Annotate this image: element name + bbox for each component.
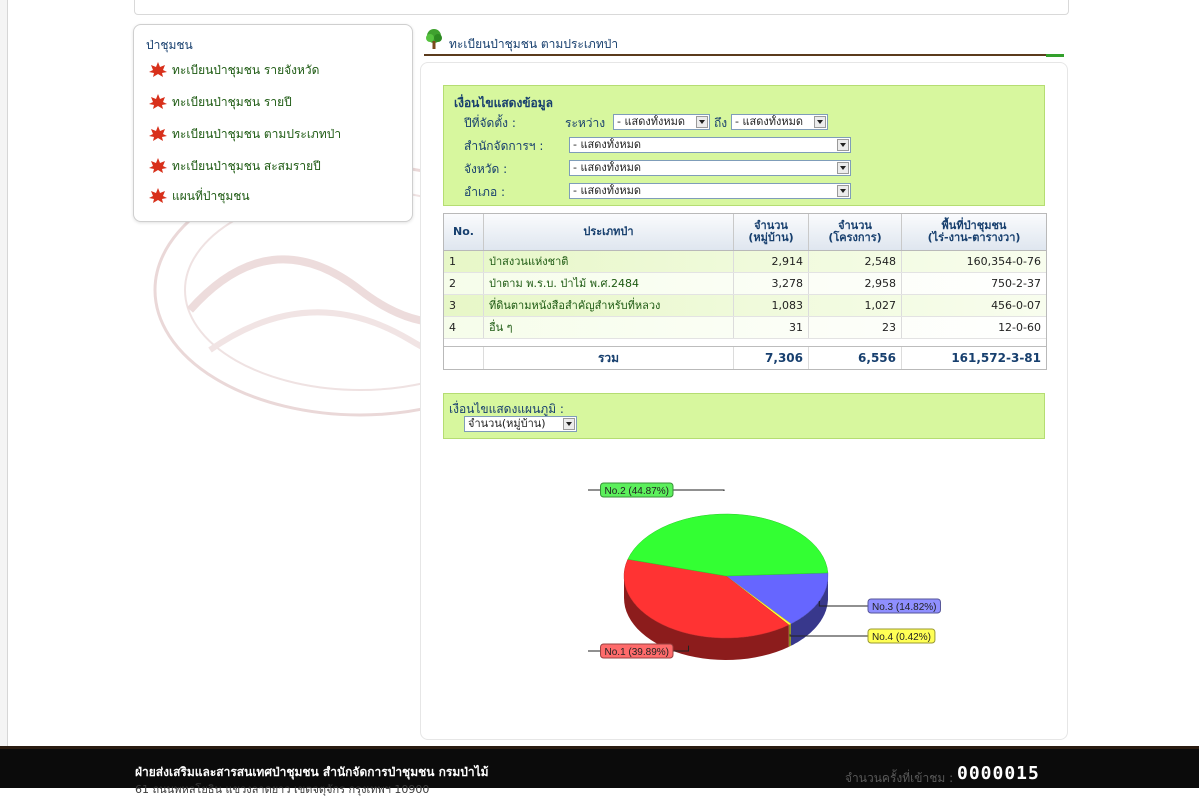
sidebar-item-forest-type-registry[interactable]: ทะเบียนป่าชุมชน ตามประเภทป่า [148,123,341,145]
province-select[interactable]: - แสดงทั้งหมด [569,160,851,176]
sidebar-item-label: ทะเบียนป่าชุมชน รายจังหวัด [172,62,320,77]
sidebar-item-province-registry[interactable]: ทะเบียนป่าชุมชน รายจังหวัด [148,59,319,81]
chart-metric-select[interactable]: จำนวน(หมู่บ้าน) [464,416,577,432]
column-header-type: ประเภทป่า [484,214,734,250]
total-projects: 6,556 [809,347,902,369]
year-from-select[interactable]: - แสดงทั้งหมด [613,114,710,130]
pie-slice-label: No.4 (0.42%) [872,632,931,643]
pie-chart-area: No.3 (14.82%) No.4 (0.42%) No.1 (39.89%) No… [443,440,1043,730]
column-header-area: พื้นที่ป่าชุมชน (ไร่-งาน-ตารางวา) [927,219,1021,244]
visitor-counter-label: จำนวนครั้งที่เข้าชม : [845,771,954,785]
year-label: ปีที่จัดตั้ง : [464,116,516,130]
table-row[interactable]: 3 ที่ดินตามหนังสือสำคัญสำหรับที่หลวง 1,0… [444,295,1046,317]
cell-projects: 2,958 [809,273,902,294]
footer-address: 61 ถนนพหลโยธิน แขวงลาดยาว เขตจตุจักร กรุ… [135,783,430,796]
pie-slice-label: No.1 (39.89%) [605,647,669,658]
cell-no: 2 [444,273,484,294]
maple-leaf-icon [149,126,167,141]
cell-villages: 1,083 [734,295,809,316]
total-area: 161,572-3-81 [951,351,1041,365]
filter-panel: เงื่อนไขแสดงข้อมูล ปีที่จัดตั้ง : ระหว่า… [443,85,1045,206]
cell-projects: 23 [809,317,902,338]
chevron-down-icon [837,185,849,197]
pie-slice-label: No.2 (44.87%) [605,486,669,497]
footer: ฝ่ายส่งเสริมและสารสนเทศป่าชุมชน สำนักจัด… [0,746,1199,796]
filter-heading: เงื่อนไขแสดงข้อมูล [454,96,553,110]
cell-projects: 1,027 [809,295,902,316]
total-label: รวม [484,347,734,369]
maple-leaf-icon [149,94,167,109]
year-to-select[interactable]: - แสดงทั้งหมด [731,114,828,130]
column-header-projects: จำนวน (โครงการ) [809,214,902,250]
maple-leaf-icon [149,62,167,77]
table-row[interactable]: 4 อื่น ๆ 31 23 12-0-60 [444,317,1046,339]
district-select[interactable]: - แสดงทั้งหมด [569,183,851,199]
top-strip [134,0,1069,15]
column-header-no: No. [444,214,484,250]
left-edge [0,0,8,746]
cell-area: 12-0-60 [998,321,1041,334]
cell-projects: 2,548 [809,251,902,272]
province-value: - แสดงทั้งหมด [573,161,642,174]
chevron-down-icon [837,139,849,151]
chevron-down-icon [696,116,708,128]
chart-metric-value: จำนวน(หมู่บ้าน) [468,417,546,430]
page-header: ทะเบียนป่าชุมชน ตามประเภทป่า [424,28,1064,56]
table-total-row: รวม 7,306 6,556 161,572-3-81 [444,346,1046,369]
chevron-down-icon [563,418,575,430]
office-label: สำนักจัดการฯ : [464,139,544,153]
sidebar-item-label: ทะเบียนป่าชุมชน รายปี [172,94,292,109]
cell-no: 3 [444,295,484,316]
office-select[interactable]: - แสดงทั้งหมด [569,137,851,153]
cell-type: ที่ดินตามหนังสือสำคัญสำหรับที่หลวง [484,295,734,316]
table-row[interactable]: 2 ป่าตาม พ.ร.บ. ป่าไม้ พ.ศ.2484 3,278 2,… [444,273,1046,295]
cell-type: อื่น ๆ [484,317,734,338]
sidebar-item-map[interactable]: แผนที่ป่าชุมชน [148,185,250,207]
column-header-villages: จำนวน (หมู่บ้าน) [734,214,809,250]
chevron-down-icon [814,116,826,128]
sidebar-title: ป่าชุมชน [146,38,193,52]
to-label: ถึง [714,116,728,130]
sidebar-item-label: ทะเบียนป่าชุมชน สะสมรายปี [172,158,321,173]
page-title: ทะเบียนป่าชุมชน ตามประเภทป่า [449,37,619,51]
total-villages: 7,306 [734,347,809,369]
chevron-down-icon [837,162,849,174]
sidebar-item-cumulative-registry[interactable]: ทะเบียนป่าชุมชน สะสมรายปี [148,155,321,177]
chart-filter-panel: เงื่อนไขแสดงแผนภูมิ : จำนวน(หมู่บ้าน) [443,393,1045,439]
maple-leaf-icon [149,158,167,173]
sidebar: ป่าชุมชน ทะเบียนป่าชุมชน รายจังหวัด ทะเบ… [133,24,413,222]
between-label: ระหว่าง [565,116,606,130]
table-row[interactable]: 1 ป่าสงวนแห่งชาติ 2,914 2,548 160,354-0-… [444,251,1046,273]
pie-chart: No.3 (14.82%) No.4 (0.42%) No.1 (39.89%) No… [588,482,941,660]
cell-villages: 31 [734,317,809,338]
maple-leaf-icon [149,188,167,203]
district-value: - แสดงทั้งหมด [573,184,642,197]
header-divider-accent [1046,54,1064,57]
cell-area: 456-0-07 [991,299,1041,312]
cell-no: 4 [444,317,484,338]
visitor-counter: 0000015 [957,763,1040,784]
cell-no: 1 [444,251,484,272]
pie-slice-label: No.3 (14.82%) [872,602,936,613]
sidebar-item-label: แผนที่ป่าชุมชน [172,188,250,203]
province-label: จังหวัด : [464,162,508,176]
cell-villages: 2,914 [734,251,809,272]
sidebar-item-yearly-registry[interactable]: ทะเบียนป่าชุมชน รายปี [148,91,292,113]
district-label: อำเภอ : [464,185,506,199]
tree-icon [426,29,442,49]
cell-type: ป่าตาม พ.ร.บ. ป่าไม้ พ.ศ.2484 [484,273,734,294]
cell-type: ป่าสงวนแห่งชาติ [484,251,734,272]
cell-area: 160,354-0-76 [966,255,1041,268]
table-header: No. ประเภทป่า จำนวน (หมู่บ้าน) จำนวน (โค… [444,214,1046,251]
header-divider [424,54,1046,56]
year-from-value: - แสดงทั้งหมด [617,115,686,128]
cell-villages: 3,278 [734,273,809,294]
office-value: - แสดงทั้งหมด [573,138,642,151]
sidebar-item-label: ทะเบียนป่าชุมชน ตามประเภทป่า [172,126,342,141]
year-to-value: - แสดงทั้งหมด [735,115,804,128]
forest-type-table: No. ประเภทป่า จำนวน (หมู่บ้าน) จำนวน (โค… [443,213,1047,370]
cell-area: 750-2-37 [991,277,1041,290]
